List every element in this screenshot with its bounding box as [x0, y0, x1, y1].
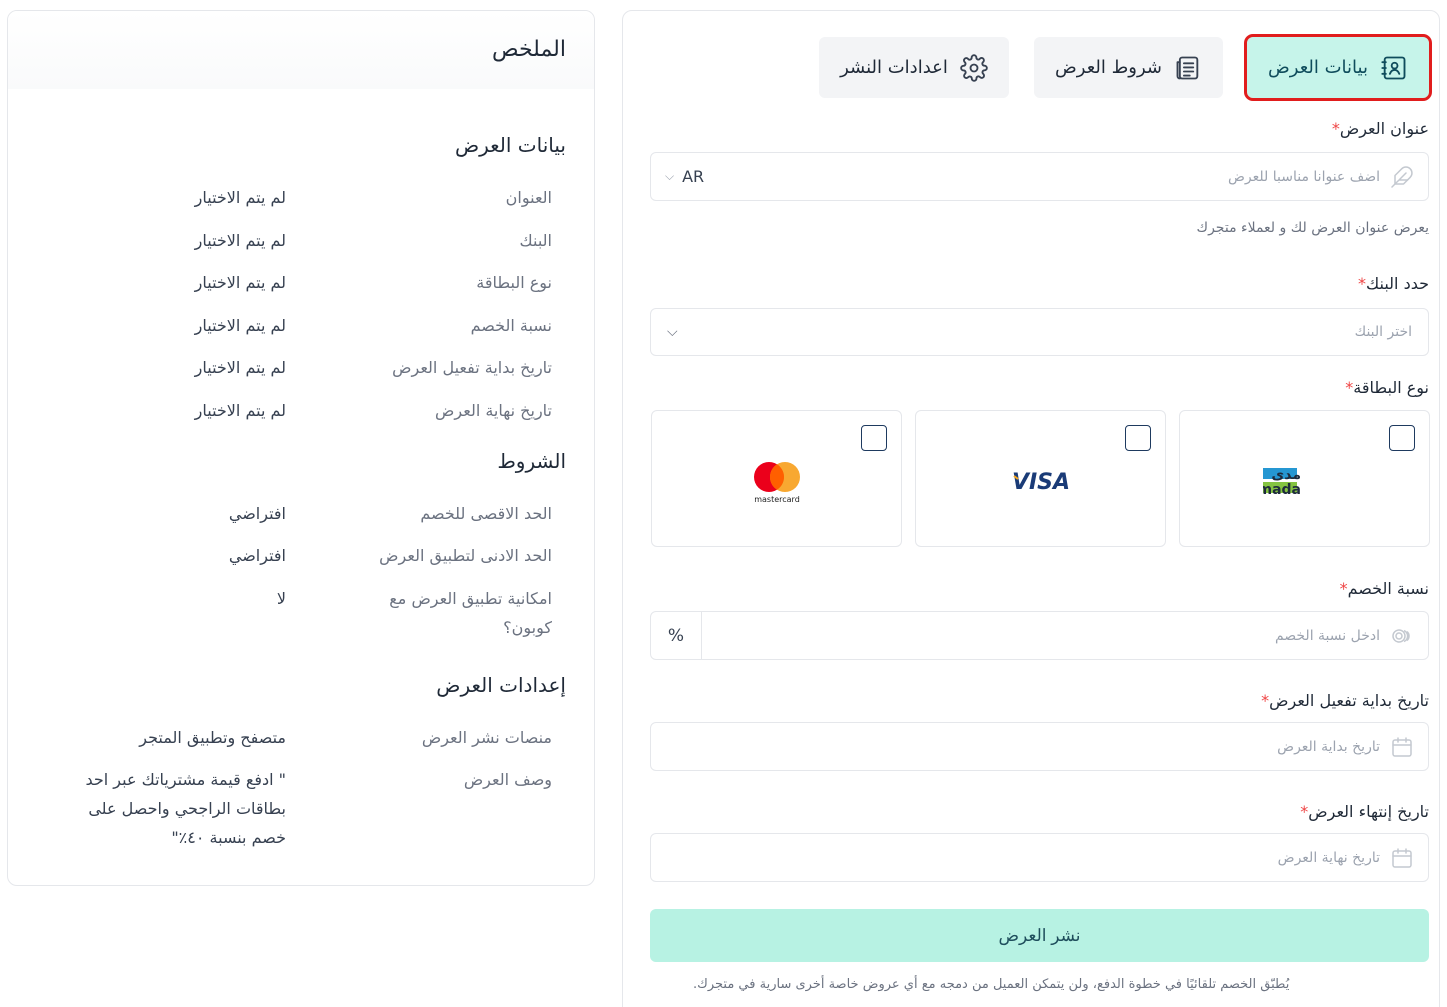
- visa-text: VISA: [1011, 470, 1069, 495]
- end-date-label-text: تاريخ إنتهاء العرض: [1308, 802, 1429, 821]
- summary-settings-section-title: إعدادات العرض: [436, 673, 566, 697]
- document-icon: [1176, 56, 1199, 79]
- bank-label: حدد البنك*: [1354, 274, 1429, 293]
- percent-unit: %: [651, 612, 702, 659]
- gear-icon: [960, 53, 988, 82]
- tab-offer-data[interactable]: بيانات العرض: [1244, 34, 1432, 101]
- end-date-field[interactable]: تاريخ نهاية العرض: [650, 833, 1429, 882]
- start-date-label-text: تاريخ بداية تفعيل العرض: [1269, 691, 1429, 710]
- language-select[interactable]: AR ⌵: [651, 167, 704, 186]
- summary-title: الملخص: [492, 37, 566, 62]
- mastercard-text: mastercard: [754, 495, 800, 504]
- mada-logo: مدى mada: [1180, 451, 1429, 511]
- card-option-visa[interactable]: VISA: [915, 410, 1166, 547]
- summary-row-label: وصف العرض: [463, 770, 552, 789]
- summary-row-value: متصفح وتطبيق المتجر: [139, 728, 286, 747]
- mada-latin-text: mada: [1263, 482, 1301, 498]
- tab-offer-terms-label: شروط العرض: [1055, 57, 1162, 78]
- bank-select-placeholder: اختر البنك: [1354, 324, 1412, 340]
- tab-offer-terms[interactable]: شروط العرض: [1034, 37, 1223, 98]
- required-mark: *: [1339, 579, 1348, 598]
- visa-checkbox[interactable]: [1125, 425, 1151, 451]
- mastercard-logo: mastercard: [652, 451, 901, 511]
- discount-note: يُطبّق الخصم تلقائيًا في خطوة الدفع، ولن…: [693, 977, 1290, 992]
- language-value: AR: [682, 167, 705, 186]
- visa-logo: VISA: [916, 451, 1165, 511]
- end-date-label: تاريخ إنتهاء العرض*: [1296, 802, 1429, 821]
- mastercard-checkbox[interactable]: [861, 425, 887, 451]
- summary-row-value: لم يتم الاختيار: [194, 316, 286, 335]
- summary-row-value: افتراضي: [228, 546, 286, 565]
- feather-icon: [1391, 165, 1413, 188]
- contact-card-icon: [1381, 56, 1406, 79]
- summary-row-value: لم يتم الاختيار: [194, 401, 286, 420]
- offer-title-input[interactable]: اضف عنوانا مناسبا للعرض: [704, 169, 1380, 185]
- discount-label: نسبة الخصم*: [1336, 579, 1429, 598]
- publish-offer-button[interactable]: نشر العرض: [650, 909, 1429, 962]
- bank-select[interactable]: اختر البنك ⌵: [650, 308, 1429, 356]
- summary-row-value: افتراضي: [228, 504, 286, 523]
- required-mark: *: [1358, 274, 1367, 293]
- start-date-field[interactable]: تاريخ بداية العرض: [650, 722, 1429, 771]
- summary-row-label: العنوان: [505, 188, 552, 207]
- summary-row-value: لم يتم الاختيار: [194, 358, 286, 377]
- summary-panel: الملخص بيانات العرض العنوان لم يتم الاخت…: [7, 10, 595, 886]
- bank-label-text: حدد البنك: [1366, 274, 1429, 293]
- discount-input[interactable]: ادخل نسبة الخصم: [702, 628, 1380, 644]
- summary-row-value: لم يتم الاختيار: [194, 231, 286, 250]
- tab-offer-data-label: بيانات العرض: [1268, 57, 1368, 78]
- start-date-input[interactable]: تاريخ بداية العرض: [651, 739, 1380, 755]
- summary-row-label: تاريخ نهاية العرض: [435, 401, 552, 420]
- mada-checkbox[interactable]: [1389, 425, 1415, 451]
- offer-form-panel: بيانات العرض شروط العرض اعدادات النشر عن…: [622, 10, 1440, 1007]
- required-mark: *: [1331, 119, 1340, 138]
- summary-row-label: نوع البطاقة: [476, 273, 552, 292]
- calendar-icon: [1392, 736, 1412, 757]
- start-date-label: تاريخ بداية تفعيل العرض*: [1257, 691, 1429, 710]
- tab-publish-settings-label: اعدادات النشر: [840, 57, 948, 78]
- offer-title-label: عنوان العرض*: [1328, 119, 1429, 138]
- offer-title-hint: يعرض عنوان العرض لك و لعملاء متجرك: [1196, 220, 1429, 236]
- summary-row-label: البنك: [519, 231, 552, 250]
- offer-title-field[interactable]: اضف عنوانا مناسبا للعرض AR ⌵: [650, 152, 1429, 201]
- summary-row-value: لم يتم الاختيار: [194, 273, 286, 292]
- summary-row-label: تاريخ بداية تفعيل العرض: [392, 358, 552, 377]
- card-option-mastercard[interactable]: mastercard: [651, 410, 902, 547]
- summary-offer-section-title: بيانات العرض: [454, 133, 566, 157]
- discount-label-text: نسبة الخصم: [1347, 579, 1429, 598]
- calendar-icon: [1392, 847, 1412, 868]
- summary-terms-section-title: الشروط: [497, 449, 566, 473]
- tab-publish-settings[interactable]: اعدادات النشر: [819, 37, 1009, 98]
- summary-row-label: امكانية تطبيق العرض مع كوبون؟: [389, 589, 552, 637]
- card-type-label-text: نوع البطاقة: [1353, 378, 1429, 397]
- coins-icon: [1392, 628, 1410, 643]
- summary-row-label: الحد الاقصى للخصم: [420, 504, 552, 523]
- summary-row-label: منصات نشر العرض: [421, 728, 552, 747]
- card-option-mada[interactable]: مدى mada: [1179, 410, 1430, 547]
- mada-arabic-text: مدى: [1271, 467, 1301, 483]
- summary-row-value: لم يتم الاختيار: [194, 188, 286, 207]
- summary-row-label: نسبة الخصم: [470, 316, 552, 335]
- card-type-label: نوع البطاقة*: [1341, 378, 1429, 397]
- summary-row-value: لا: [276, 589, 286, 608]
- end-date-input[interactable]: تاريخ نهاية العرض: [651, 850, 1380, 866]
- summary-row-value: " ادفع قيمة مشترياتك عبر احد بطاقات الرا…: [85, 770, 286, 847]
- summary-row-label: الحد الادنى لتطبيق العرض: [379, 546, 552, 565]
- offer-title-label-text: عنوان العرض: [1339, 119, 1429, 138]
- chevron-down-icon: ⌵: [667, 324, 678, 340]
- chevron-down-icon: ⌵: [665, 169, 675, 183]
- discount-field[interactable]: ادخل نسبة الخصم %: [650, 611, 1429, 660]
- required-mark: *: [1261, 691, 1270, 710]
